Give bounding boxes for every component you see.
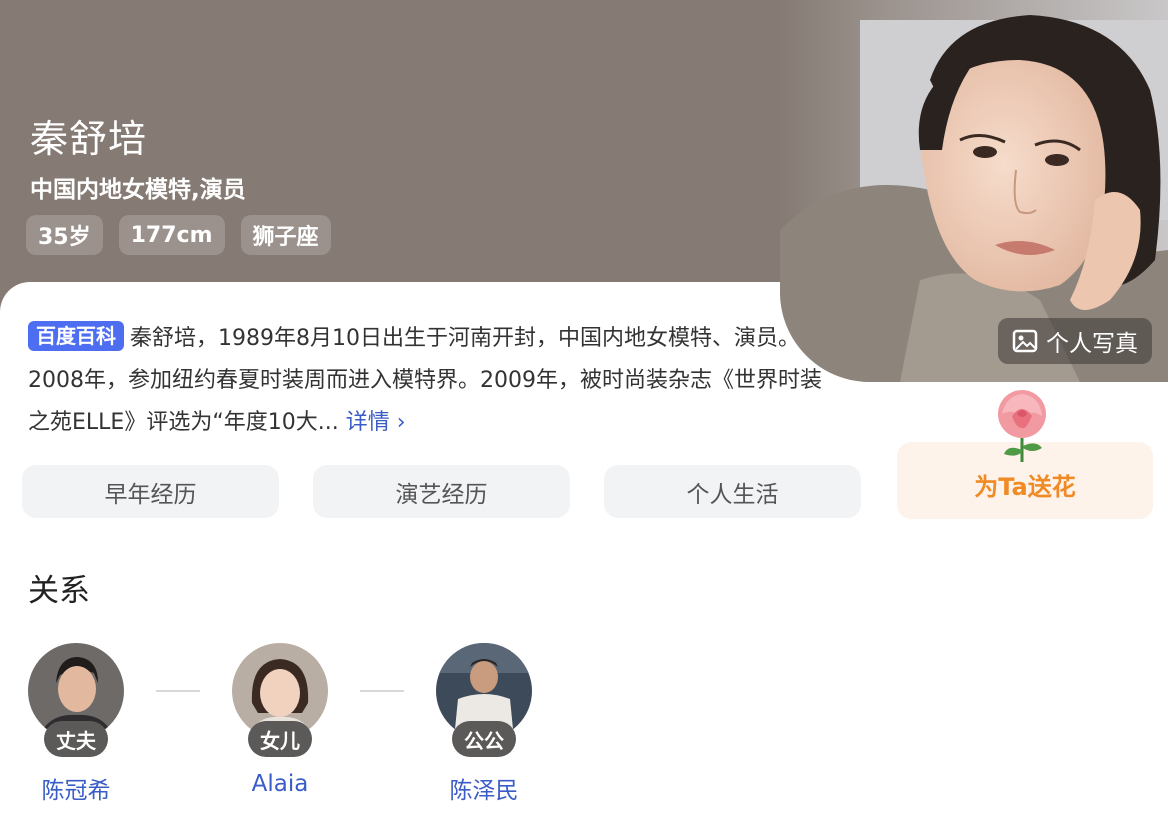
bio-more-link[interactable]: 详情 › (346, 410, 406, 435)
tab-career[interactable]: 演艺经历 (313, 465, 570, 518)
tab-early-life[interactable]: 早年经历 (22, 465, 279, 518)
height-tag: 177cm (118, 215, 225, 255)
relation-father-in-law[interactable]: 公公 陈泽民 (424, 643, 544, 804)
relation-name[interactable]: 陈冠希 (16, 771, 136, 805)
rose-icon (998, 390, 1046, 462)
tab-personal-life[interactable]: 个人生活 (604, 465, 861, 518)
photo-gallery-button[interactable]: 个人写真 (998, 318, 1152, 364)
divider (360, 690, 404, 692)
baike-source-badge[interactable]: 百度百科 (28, 321, 124, 351)
image-icon (1012, 329, 1038, 353)
profile-tags: 35岁 177cm 狮子座 (26, 215, 331, 255)
relation-husband[interactable]: 丈夫 陈冠希 (16, 643, 136, 804)
relations-title: 关系 (28, 573, 90, 609)
photo-gallery-label: 个人写真 (1046, 331, 1138, 357)
relation-name[interactable]: Alaia (220, 771, 340, 797)
relation-daughter[interactable]: 女儿 Alaia (220, 643, 340, 797)
bio-text: 秦舒培，1989年8月10日出生于河南开封，中国内地女模特、演员。2008年，参… (28, 326, 822, 435)
person-subtitle: 中国内地女模特,演员 (30, 177, 246, 203)
role-badge: 丈夫 (44, 721, 108, 757)
zodiac-tag: 狮子座 (240, 215, 331, 255)
relation-name[interactable]: 陈泽民 (424, 771, 544, 805)
role-badge: 女儿 (248, 721, 312, 757)
age-tag: 35岁 (26, 215, 103, 255)
section-tabs: 早年经历 演艺经历 个人生活 (22, 465, 861, 518)
person-name: 秦舒培 (30, 117, 148, 161)
chevron-right-icon: › (389, 410, 406, 435)
divider (156, 690, 200, 692)
send-flower-label: 为Ta送花 (974, 473, 1076, 501)
bio-summary: 百度百科 秦舒培，1989年8月10日出生于河南开封，中国内地女模特、演员。200… (28, 318, 828, 444)
role-badge: 公公 (452, 721, 516, 757)
profile-photo[interactable]: 个人写真 (780, 0, 1168, 382)
bio-more-label: 详情 (345, 410, 390, 435)
